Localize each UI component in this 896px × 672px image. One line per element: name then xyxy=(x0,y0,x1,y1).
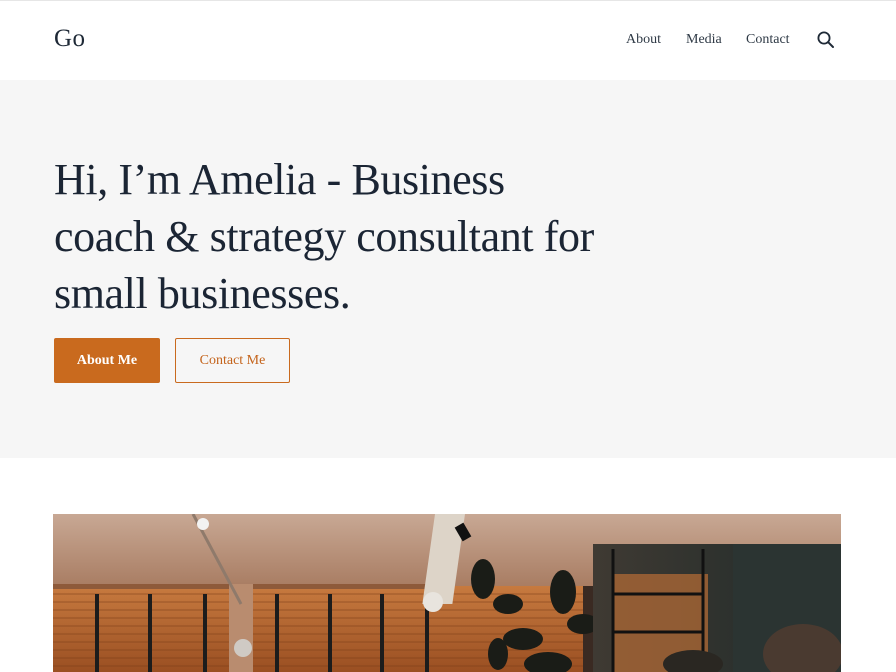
contact-me-button[interactable]: Contact Me xyxy=(175,338,290,383)
about-me-button[interactable]: About Me xyxy=(54,338,160,383)
site-header: Go About Media Contact xyxy=(0,1,896,80)
nav-link-contact[interactable]: Contact xyxy=(746,32,790,48)
nav-link-media[interactable]: Media xyxy=(686,32,722,48)
hero-section: Hi, I’m Amelia - Business coach & strate… xyxy=(0,80,896,458)
nav-link-about[interactable]: About xyxy=(626,32,661,48)
site-logo[interactable]: Go xyxy=(54,25,86,53)
cafe-interior-photo xyxy=(53,514,841,672)
hero-title: Hi, I’m Amelia - Business coach & strate… xyxy=(54,155,594,318)
search-icon xyxy=(817,31,834,48)
search-button[interactable] xyxy=(816,30,836,50)
